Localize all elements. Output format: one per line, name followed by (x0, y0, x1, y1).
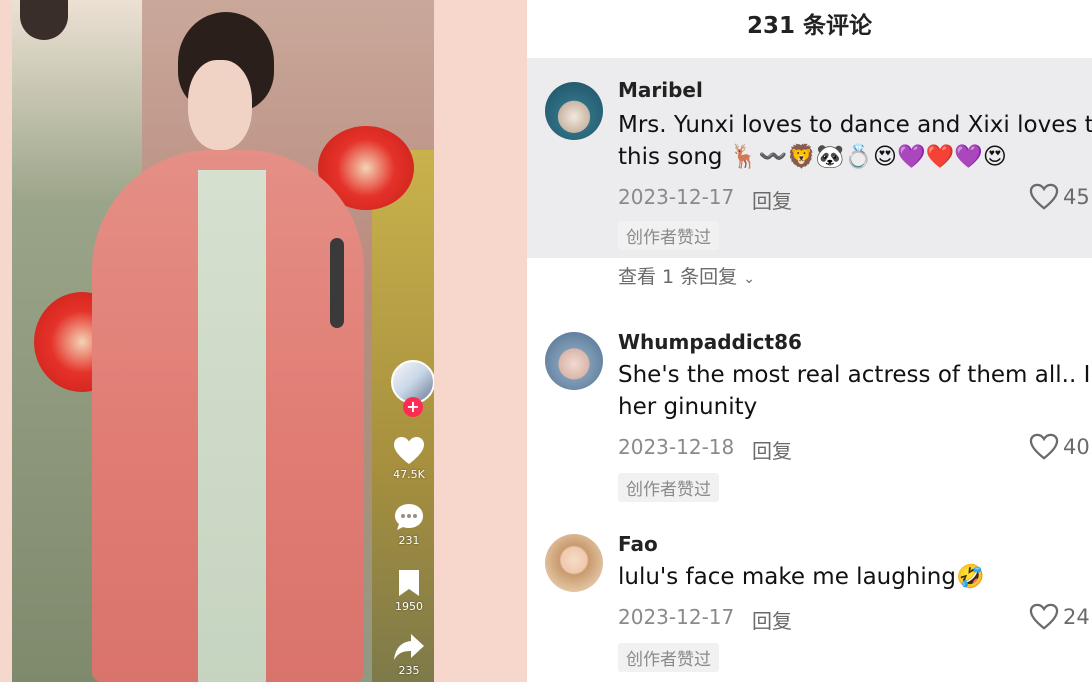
comment-username[interactable]: Whumpaddict86 (618, 330, 802, 354)
comment-date: 2023-12-17 (618, 605, 735, 629)
bookmark-icon (399, 570, 419, 596)
comment-date: 2023-12-18 (618, 435, 735, 459)
share-button[interactable]: 235 (384, 632, 434, 677)
comment-like-count: 24 (1063, 605, 1090, 629)
creator-liked-badge: 创作者赞过 (618, 643, 719, 672)
comment-text-continued: her ginunity (618, 394, 758, 420)
comments-title: 231 条评论 (746, 13, 873, 39)
like-count: 47.5K (393, 468, 425, 481)
heart-icon (394, 437, 424, 464)
comment-text-continued: this song 🦌〰️🦁🐼💍😍💜❤️💜😍 (618, 144, 1007, 170)
user-avatar[interactable] (545, 82, 603, 140)
comment-bubble-icon (395, 504, 423, 530)
comment-like-button[interactable]: 45 (1029, 183, 1090, 211)
dancer-face (188, 60, 252, 150)
comment-username[interactable]: Maribel (618, 78, 703, 102)
view-replies-label: 查看 1 条回复 (618, 266, 738, 288)
heart-outline-icon (1029, 183, 1059, 210)
comment-item[interactable]: Whumpaddict86 She's the most real actres… (527, 310, 1092, 510)
dancer-inner-garment (198, 170, 266, 682)
comments-panel: 231 条评论 Maribel Mrs. Yunxi loves to danc… (527, 0, 1092, 682)
follow-plus-icon[interactable]: + (403, 397, 423, 417)
comment-like-count: 40 (1063, 435, 1090, 459)
reply-button[interactable]: 回复 (752, 605, 792, 634)
view-replies-link[interactable]: 查看 1 条回复 ⌄ (618, 262, 755, 289)
user-avatar[interactable] (545, 534, 603, 592)
comment-button[interactable]: 231 (384, 502, 434, 547)
like-button[interactable]: 47.5K (384, 436, 434, 481)
comment-like-count: 45 (1063, 185, 1090, 209)
comment-item[interactable]: Maribel Mrs. Yunxi loves to dance and Xi… (527, 58, 1092, 258)
heart-outline-icon (1029, 433, 1059, 460)
user-avatar[interactable] (545, 332, 603, 390)
comment-text: Mrs. Yunxi loves to dance and Xixi loves… (618, 112, 1092, 138)
comment-date: 2023-12-17 (618, 185, 735, 209)
save-button[interactable]: 1950 (384, 568, 434, 613)
reply-button[interactable]: 回复 (752, 185, 792, 214)
comment-username[interactable]: Fao (618, 532, 658, 556)
comment-count: 231 (398, 534, 420, 547)
comment-text: lulu's face make me laughing🤣 (618, 564, 985, 590)
share-arrow-icon (394, 634, 424, 660)
chevron-down-icon: ⌄ (743, 271, 755, 287)
comment-like-button[interactable]: 40 (1029, 433, 1090, 461)
video-frame[interactable]: + 47.5K 231 1950 235 (12, 0, 434, 682)
creator-liked-badge: 创作者赞过 (618, 221, 719, 250)
creator-liked-badge: 创作者赞过 (618, 473, 719, 502)
share-count: 235 (398, 664, 420, 677)
save-count: 1950 (395, 600, 423, 613)
comment-text: She's the most real actress of them all.… (618, 362, 1092, 388)
comment-item[interactable]: Fao lulu's face make me laughing🤣 2023-1… (527, 512, 1092, 682)
reply-button[interactable]: 回复 (752, 435, 792, 464)
comment-like-button[interactable]: 24 (1029, 603, 1090, 631)
heart-outline-icon (1029, 603, 1059, 630)
divider-area (434, 0, 527, 682)
microphone (330, 238, 344, 328)
